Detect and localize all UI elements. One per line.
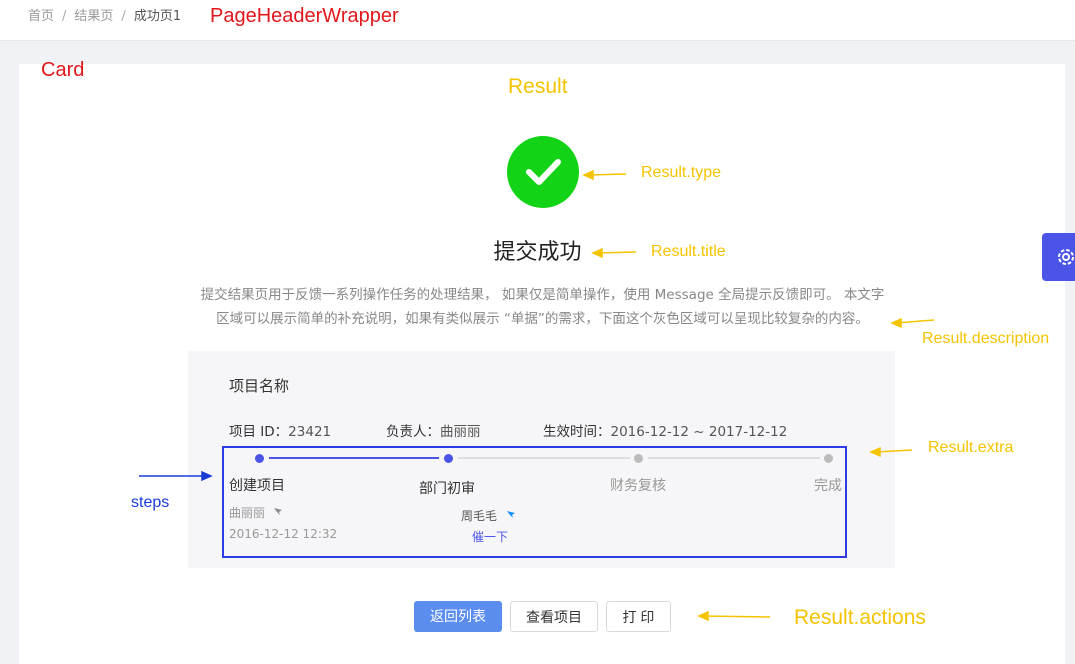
annotation-arrows: [139, 169, 935, 622]
